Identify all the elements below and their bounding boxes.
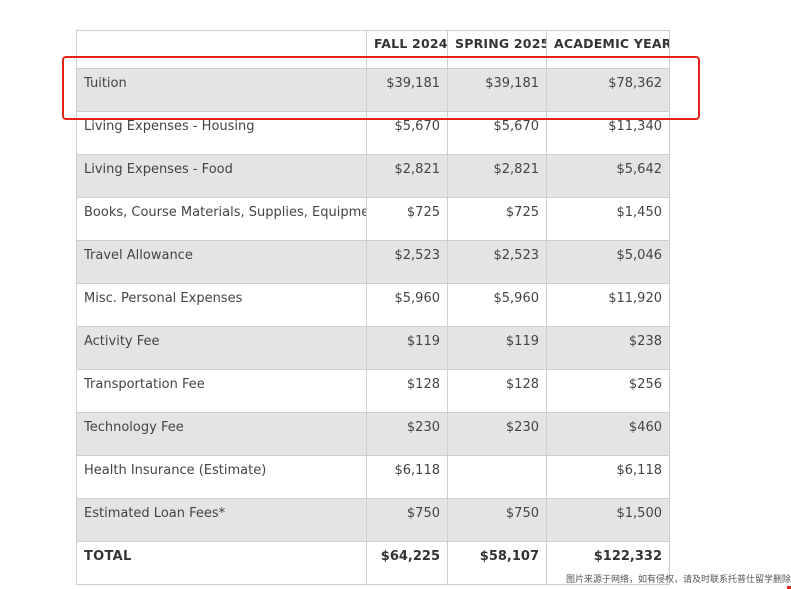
table-row-books: Books, Course Materials, Supplies, Equip… — [76, 197, 670, 241]
fall-value: $119 — [366, 326, 448, 370]
row-label: Misc. Personal Expenses — [76, 283, 367, 327]
row-label: Books, Course Materials, Supplies, Equip… — [76, 197, 367, 241]
fall-value: $2,821 — [366, 154, 448, 198]
source-watermark: 图片来源于网络，如有侵权，请及时联系托普仕留学删除 — [565, 575, 791, 585]
spring-value: $2,523 — [447, 240, 547, 284]
year-value: $11,920 — [546, 283, 670, 327]
spring-value: $58,107 — [447, 541, 547, 585]
fall-value: $725 — [366, 197, 448, 241]
header-spring-2025: SPRING 2025 — [447, 30, 547, 69]
row-label: Living Expenses - Housing — [76, 111, 367, 155]
fall-value: $230 — [366, 412, 448, 456]
fall-value: $750 — [366, 498, 448, 542]
row-label: Travel Allowance — [76, 240, 367, 284]
row-label: TOTAL — [76, 541, 367, 585]
row-label: Tuition — [76, 68, 367, 112]
row-label: Transportation Fee — [76, 369, 367, 413]
table-row-misc-personal: Misc. Personal Expenses $5,960 $5,960 $1… — [76, 283, 670, 327]
table-row-food: Living Expenses - Food $2,821 $2,821 $5,… — [76, 154, 670, 198]
row-label: Estimated Loan Fees* — [76, 498, 367, 542]
year-value: $1,500 — [546, 498, 670, 542]
table-row-technology-fee: Technology Fee $230 $230 $460 — [76, 412, 670, 456]
spring-value: $750 — [447, 498, 547, 542]
spring-value: $5,960 — [447, 283, 547, 327]
spring-value: $128 — [447, 369, 547, 413]
year-value: $6,118 — [546, 455, 670, 499]
spring-value: $230 — [447, 412, 547, 456]
table-row-health-insurance: Health Insurance (Estimate) $6,118 $6,11… — [76, 455, 670, 499]
fall-value: $2,523 — [366, 240, 448, 284]
table-row-activity-fee: Activity Fee $119 $119 $238 — [76, 326, 670, 370]
year-value: $1,450 — [546, 197, 670, 241]
table-row-loan-fees: Estimated Loan Fees* $750 $750 $1,500 — [76, 498, 670, 542]
table-row-transportation-fee: Transportation Fee $128 $128 $256 — [76, 369, 670, 413]
year-value: $5,642 — [546, 154, 670, 198]
year-value: $238 — [546, 326, 670, 370]
spring-value: $119 — [447, 326, 547, 370]
row-label: Health Insurance (Estimate) — [76, 455, 367, 499]
row-label: Activity Fee — [76, 326, 367, 370]
fall-value: $39,181 — [366, 68, 448, 112]
header-fall-2024: FALL 2024 — [366, 30, 448, 69]
table-header-row: FALL 2024 SPRING 2025 ACADEMIC YEAR — [76, 30, 670, 69]
spring-value: $2,821 — [447, 154, 547, 198]
year-value: $5,046 — [546, 240, 670, 284]
header-label-column — [76, 30, 367, 69]
page: FALL 2024 SPRING 2025 ACADEMIC YEAR Tuit… — [0, 0, 791, 589]
table-row-tuition: Tuition $39,181 $39,181 $78,362 — [76, 68, 670, 112]
row-label: Living Expenses - Food — [76, 154, 367, 198]
header-academic-year: ACADEMIC YEAR — [546, 30, 670, 69]
table-row-housing: Living Expenses - Housing $5,670 $5,670 … — [76, 111, 670, 155]
fall-value: $5,960 — [366, 283, 448, 327]
fall-value: $128 — [366, 369, 448, 413]
spring-value: $39,181 — [447, 68, 547, 112]
year-value: $78,362 — [546, 68, 670, 112]
spring-value: $5,670 — [447, 111, 547, 155]
cost-of-attendance-table: FALL 2024 SPRING 2025 ACADEMIC YEAR Tuit… — [76, 30, 670, 585]
year-value: $11,340 — [546, 111, 670, 155]
row-label: Technology Fee — [76, 412, 367, 456]
year-value: $460 — [546, 412, 670, 456]
table-row-travel: Travel Allowance $2,523 $2,523 $5,046 — [76, 240, 670, 284]
spring-value — [447, 455, 547, 499]
spring-value: $725 — [447, 197, 547, 241]
fall-value: $6,118 — [366, 455, 448, 499]
year-value: $256 — [546, 369, 670, 413]
fall-value: $64,225 — [366, 541, 448, 585]
fall-value: $5,670 — [366, 111, 448, 155]
